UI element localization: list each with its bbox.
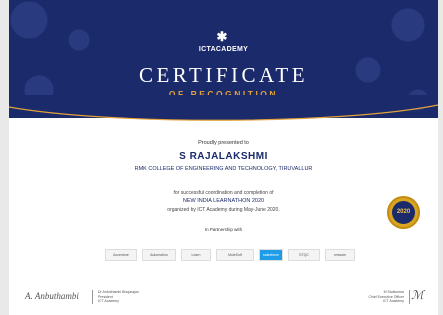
logo-text: ICTACADEMY bbox=[198, 46, 249, 53]
partner-logos: Accenture Automation Learn MuleSoft sale… bbox=[105, 249, 355, 261]
organizer-text: organized by ICT Academy during May-June… bbox=[167, 207, 280, 213]
left-signatory-name: Dr Anbuthambi Bhojarajan bbox=[98, 290, 139, 294]
right-signature: ℳ bbox=[411, 288, 424, 302]
presented-to-text: Proudly presented to bbox=[198, 140, 249, 146]
left-signatory-org: ICT Academy bbox=[98, 299, 119, 303]
certificate: ✱ ICTACADEMY CERTIFICATE OF RECOGNITION … bbox=[9, 0, 438, 315]
year-badge: 2020 bbox=[387, 196, 420, 229]
partnership-label: In Partnership with bbox=[204, 227, 243, 232]
right-signatory-org: ICT Academy bbox=[383, 299, 404, 303]
college-name: RMK COLLEGE OF ENGINEERING AND TECHNOLOG… bbox=[134, 166, 313, 172]
ict-academy-logo-icon: ✱ bbox=[216, 29, 228, 44]
recipient-name: S RAJALAKSHMI bbox=[179, 151, 268, 162]
salesforce-logo-icon: salesforce bbox=[259, 249, 283, 261]
year-badge-text: 2020 bbox=[392, 201, 415, 224]
accenture-logo-icon: Accenture bbox=[105, 249, 137, 261]
vmware-logo-icon: vmware bbox=[325, 249, 355, 261]
right-signatory: M Sivakumar Chief Executive Officer ICT … bbox=[349, 290, 410, 304]
event-name: NEW INDIA LEARNATHON 2020 bbox=[182, 198, 265, 204]
left-signatory: Dr Anbuthambi Bhojarajan President ICT A… bbox=[92, 290, 139, 304]
learn-logo-icon: Learn bbox=[181, 249, 211, 261]
left-signature: A. Anbuthambi bbox=[25, 291, 79, 301]
banner-wave bbox=[9, 95, 438, 121]
mulesoft-logo-icon: MuleSoft bbox=[216, 249, 254, 261]
certificate-title: CERTIFICATE bbox=[138, 63, 309, 87]
completion-text: for successful coordination and completi… bbox=[173, 190, 274, 196]
automation-logo-icon: Automation bbox=[142, 249, 176, 261]
stqc-logo-icon: STQC bbox=[288, 249, 320, 261]
